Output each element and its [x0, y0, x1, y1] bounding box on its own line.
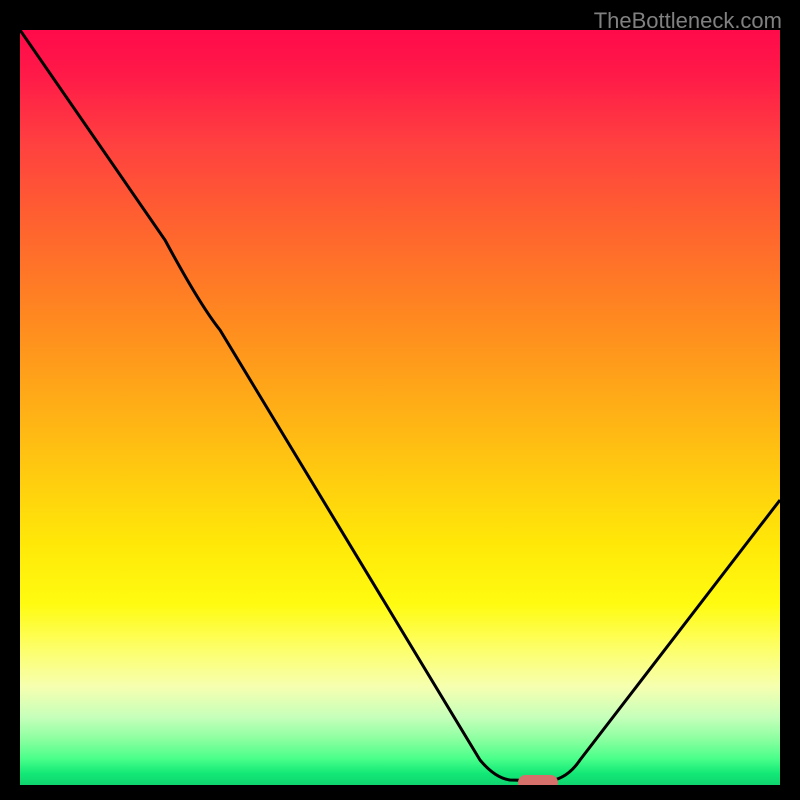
curve-path [20, 30, 780, 781]
watermark-text: TheBottleneck.com [594, 8, 782, 34]
plot-area [20, 30, 780, 785]
optimum-marker [518, 775, 558, 785]
bottleneck-curve [20, 30, 780, 785]
